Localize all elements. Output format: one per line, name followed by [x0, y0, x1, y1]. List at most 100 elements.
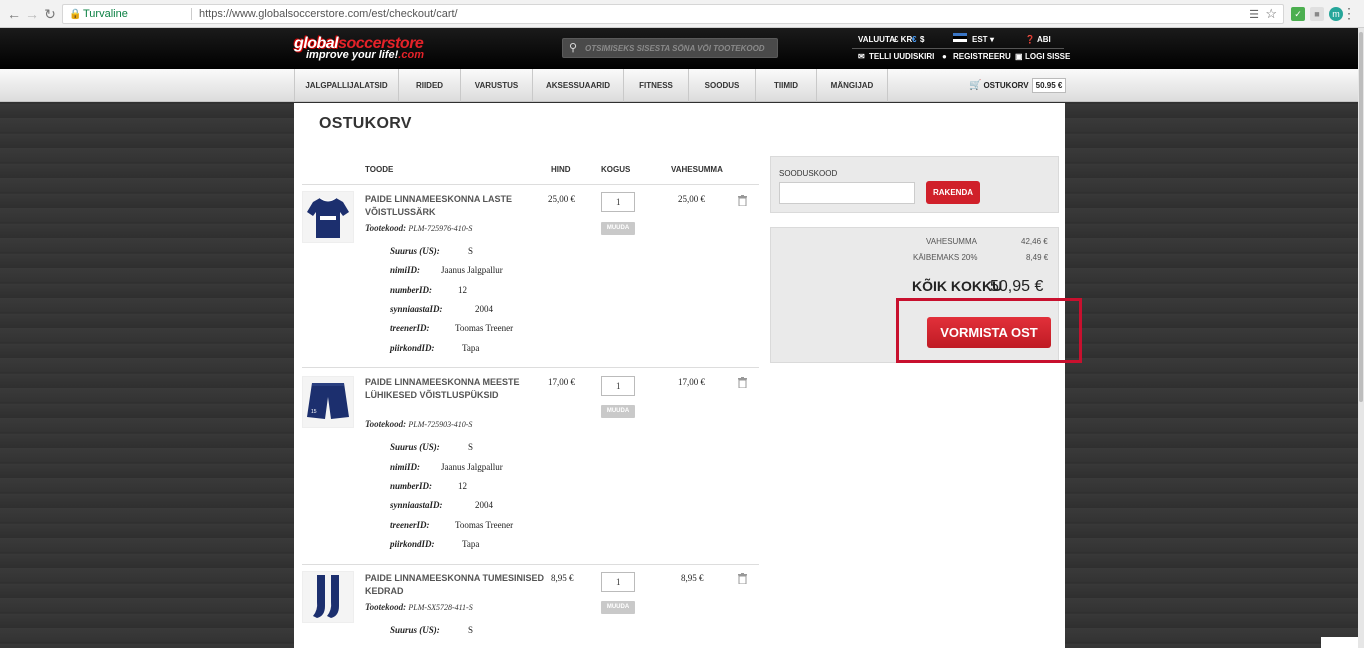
attribute-row: Suurus (US): S — [390, 625, 473, 635]
attribute-row: treenerID: Toomas Treener — [390, 520, 513, 530]
nav-item-sale[interactable]: SOODUS — [688, 69, 755, 102]
back-icon[interactable]: ← — [6, 6, 22, 22]
cart-icon: 🛒 — [969, 80, 982, 91]
attribute-value: 12 — [458, 285, 467, 295]
attribute-row: synniaastaID: 2004 — [390, 304, 493, 314]
bookmark-star-icon[interactable]: ☆ — [1265, 5, 1277, 23]
attribute-value: Jaanus Jalgpallur — [441, 462, 503, 472]
attribute-row: treenerID: Toomas Treener — [390, 323, 513, 333]
attribute-key: synniaastaID: — [390, 304, 443, 314]
extension-icon-3[interactable]: m — [1329, 7, 1343, 21]
search-box[interactable]: ⚲ — [562, 38, 778, 58]
help-link[interactable]: ABI — [1037, 35, 1051, 44]
currency-options[interactable]: £ KR — [894, 35, 912, 44]
reload-icon[interactable]: ↻ — [42, 6, 58, 22]
attribute-row: numberID: 12 — [390, 285, 467, 295]
translate-icon[interactable]: ☰ — [1249, 6, 1259, 24]
trash-icon[interactable] — [738, 377, 747, 388]
quantity-input[interactable]: 1 — [601, 192, 635, 212]
attribute-row: nimiID: Jaanus Jalgpallur — [390, 265, 503, 275]
product-code-label: Tootekood: — [365, 223, 407, 233]
row-divider — [302, 367, 759, 368]
search-icon[interactable]: ⚲ — [569, 41, 577, 54]
extension-icon-2[interactable]: ■ — [1310, 7, 1324, 21]
product-image-jersey[interactable] — [302, 191, 354, 243]
search-input[interactable] — [585, 41, 775, 55]
tax-label: KÄIBEMAKS 20% — [913, 253, 978, 262]
header-divider — [852, 48, 1064, 49]
language-select[interactable]: EST — [972, 35, 988, 44]
attribute-key: nimiID: — [390, 265, 421, 275]
address-bar[interactable]: 🔒 Turvaline https://www.globalsoccerstor… — [62, 4, 1284, 24]
extension-icon-1[interactable]: ✓ — [1291, 7, 1305, 21]
attribute-key: numberID: — [390, 285, 433, 295]
corner-patch — [1321, 637, 1358, 648]
site-logo[interactable]: globalsoccerstore improve your life!.com — [294, 35, 484, 62]
attribute-value: Toomas Treener — [455, 520, 514, 530]
page-title: OSTUKORV — [319, 115, 412, 132]
update-button[interactable]: MUUDA — [601, 222, 635, 235]
logo-domain: .com — [398, 49, 424, 61]
lock-icon: 🔒 — [69, 9, 82, 20]
attribute-value: Tapa — [462, 539, 480, 549]
item-subtotal: 25,00 € — [678, 194, 705, 204]
product-code-label: Tootekood: — [365, 419, 407, 429]
item-price: 25,00 € — [548, 194, 575, 204]
attribute-value: S — [468, 625, 474, 635]
currency-euro[interactable]: € — [912, 35, 916, 44]
quantity-input[interactable]: 1 — [601, 572, 635, 592]
register-link[interactable]: REGISTREERU — [953, 52, 1011, 61]
scrollbar-thumb[interactable] — [1359, 32, 1363, 402]
nav-item-accessories[interactable]: AKSESSUAARID — [532, 69, 623, 102]
update-button[interactable]: MUUDA — [601, 601, 635, 614]
estonia-flag-icon[interactable] — [953, 33, 967, 42]
logo-tagline: improve your life! — [306, 49, 399, 61]
attribute-key: Suurus (US): — [390, 625, 440, 635]
product-image-shorts[interactable]: 15 — [302, 376, 354, 428]
update-button[interactable]: MUUDA — [601, 405, 635, 418]
browser-menu-icon[interactable]: ⋮ — [1342, 6, 1356, 20]
coupon-input[interactable] — [779, 182, 915, 204]
mail-icon: ✉ — [858, 52, 865, 61]
product-name[interactable]: PAIDE LINNAMEESKONNA MEESTE LÜHIKESED VÕ… — [365, 376, 545, 402]
nav-item-players[interactable]: MÄNGIJAD — [816, 69, 888, 102]
url-text[interactable]: https://www.globalsoccerstore.com/est/ch… — [199, 5, 458, 23]
product-code-label: Tootekood: — [365, 602, 407, 612]
product-name[interactable]: PAIDE LINNAMEESKONNA TUMESINISED KEDRAD — [365, 572, 545, 598]
quantity-input[interactable]: 1 — [601, 376, 635, 396]
table-divider — [302, 184, 759, 185]
product-name[interactable]: PAIDE LINNAMEESKONNA LASTE VÕISTLUSSÄRK — [365, 193, 545, 219]
lock-icon: ▣ — [1015, 52, 1023, 61]
nav-item-football-boots[interactable]: JALGPALLIJALATSID — [294, 69, 398, 102]
nav-item-teams[interactable]: TIIMID — [755, 69, 816, 102]
attribute-key: piirkondID: — [390, 343, 435, 353]
nav-item-equipment[interactable]: VARUSTUS — [460, 69, 532, 102]
user-icon: ● — [942, 52, 947, 61]
nav-item-clothing[interactable]: RIIDED — [398, 69, 460, 102]
product-code: Tootekood: PLM-725976-410-S — [365, 223, 472, 233]
attribute-row: piirkondID: Tapa — [390, 539, 479, 549]
product-image-socks[interactable] — [302, 571, 354, 623]
scrollbar[interactable] — [1358, 28, 1364, 648]
product-code: Tootekood: PLM-725903-410-S — [365, 419, 472, 429]
attribute-row: synniaastaID: 2004 — [390, 500, 493, 510]
row-divider — [302, 564, 759, 565]
cart-content: OSTUKORV TOODE HIND KOGUS VAHESUMMA PAID… — [294, 103, 1065, 648]
attribute-key: treenerID: — [390, 323, 430, 333]
currency-usd[interactable]: $ — [920, 35, 924, 44]
column-header-price: HIND — [551, 165, 571, 174]
header-cart[interactable]: 🛒 OSTUKORV 50.95 € — [969, 78, 1067, 94]
nav-item-fitness[interactable]: FITNESS — [623, 69, 688, 102]
attribute-key: nimiID: — [390, 462, 421, 472]
header-cart-label: OSTUKORV — [983, 81, 1029, 90]
login-link[interactable]: LOGI SISSE — [1025, 52, 1070, 61]
grand-total-value: 50,95 € — [990, 278, 1044, 295]
trash-icon[interactable] — [738, 195, 747, 206]
trash-icon[interactable] — [738, 573, 747, 584]
forward-icon[interactable]: → — [24, 6, 40, 22]
chevron-down-icon[interactable]: ▾ — [990, 35, 994, 44]
attribute-value: Toomas Treener — [455, 323, 514, 333]
apply-coupon-button[interactable]: RAKENDA — [926, 181, 980, 204]
newsletter-link[interactable]: TELLI UUDISKIRI — [869, 52, 934, 61]
coupon-panel: SOODUSKOOD RAKENDA — [770, 156, 1059, 213]
